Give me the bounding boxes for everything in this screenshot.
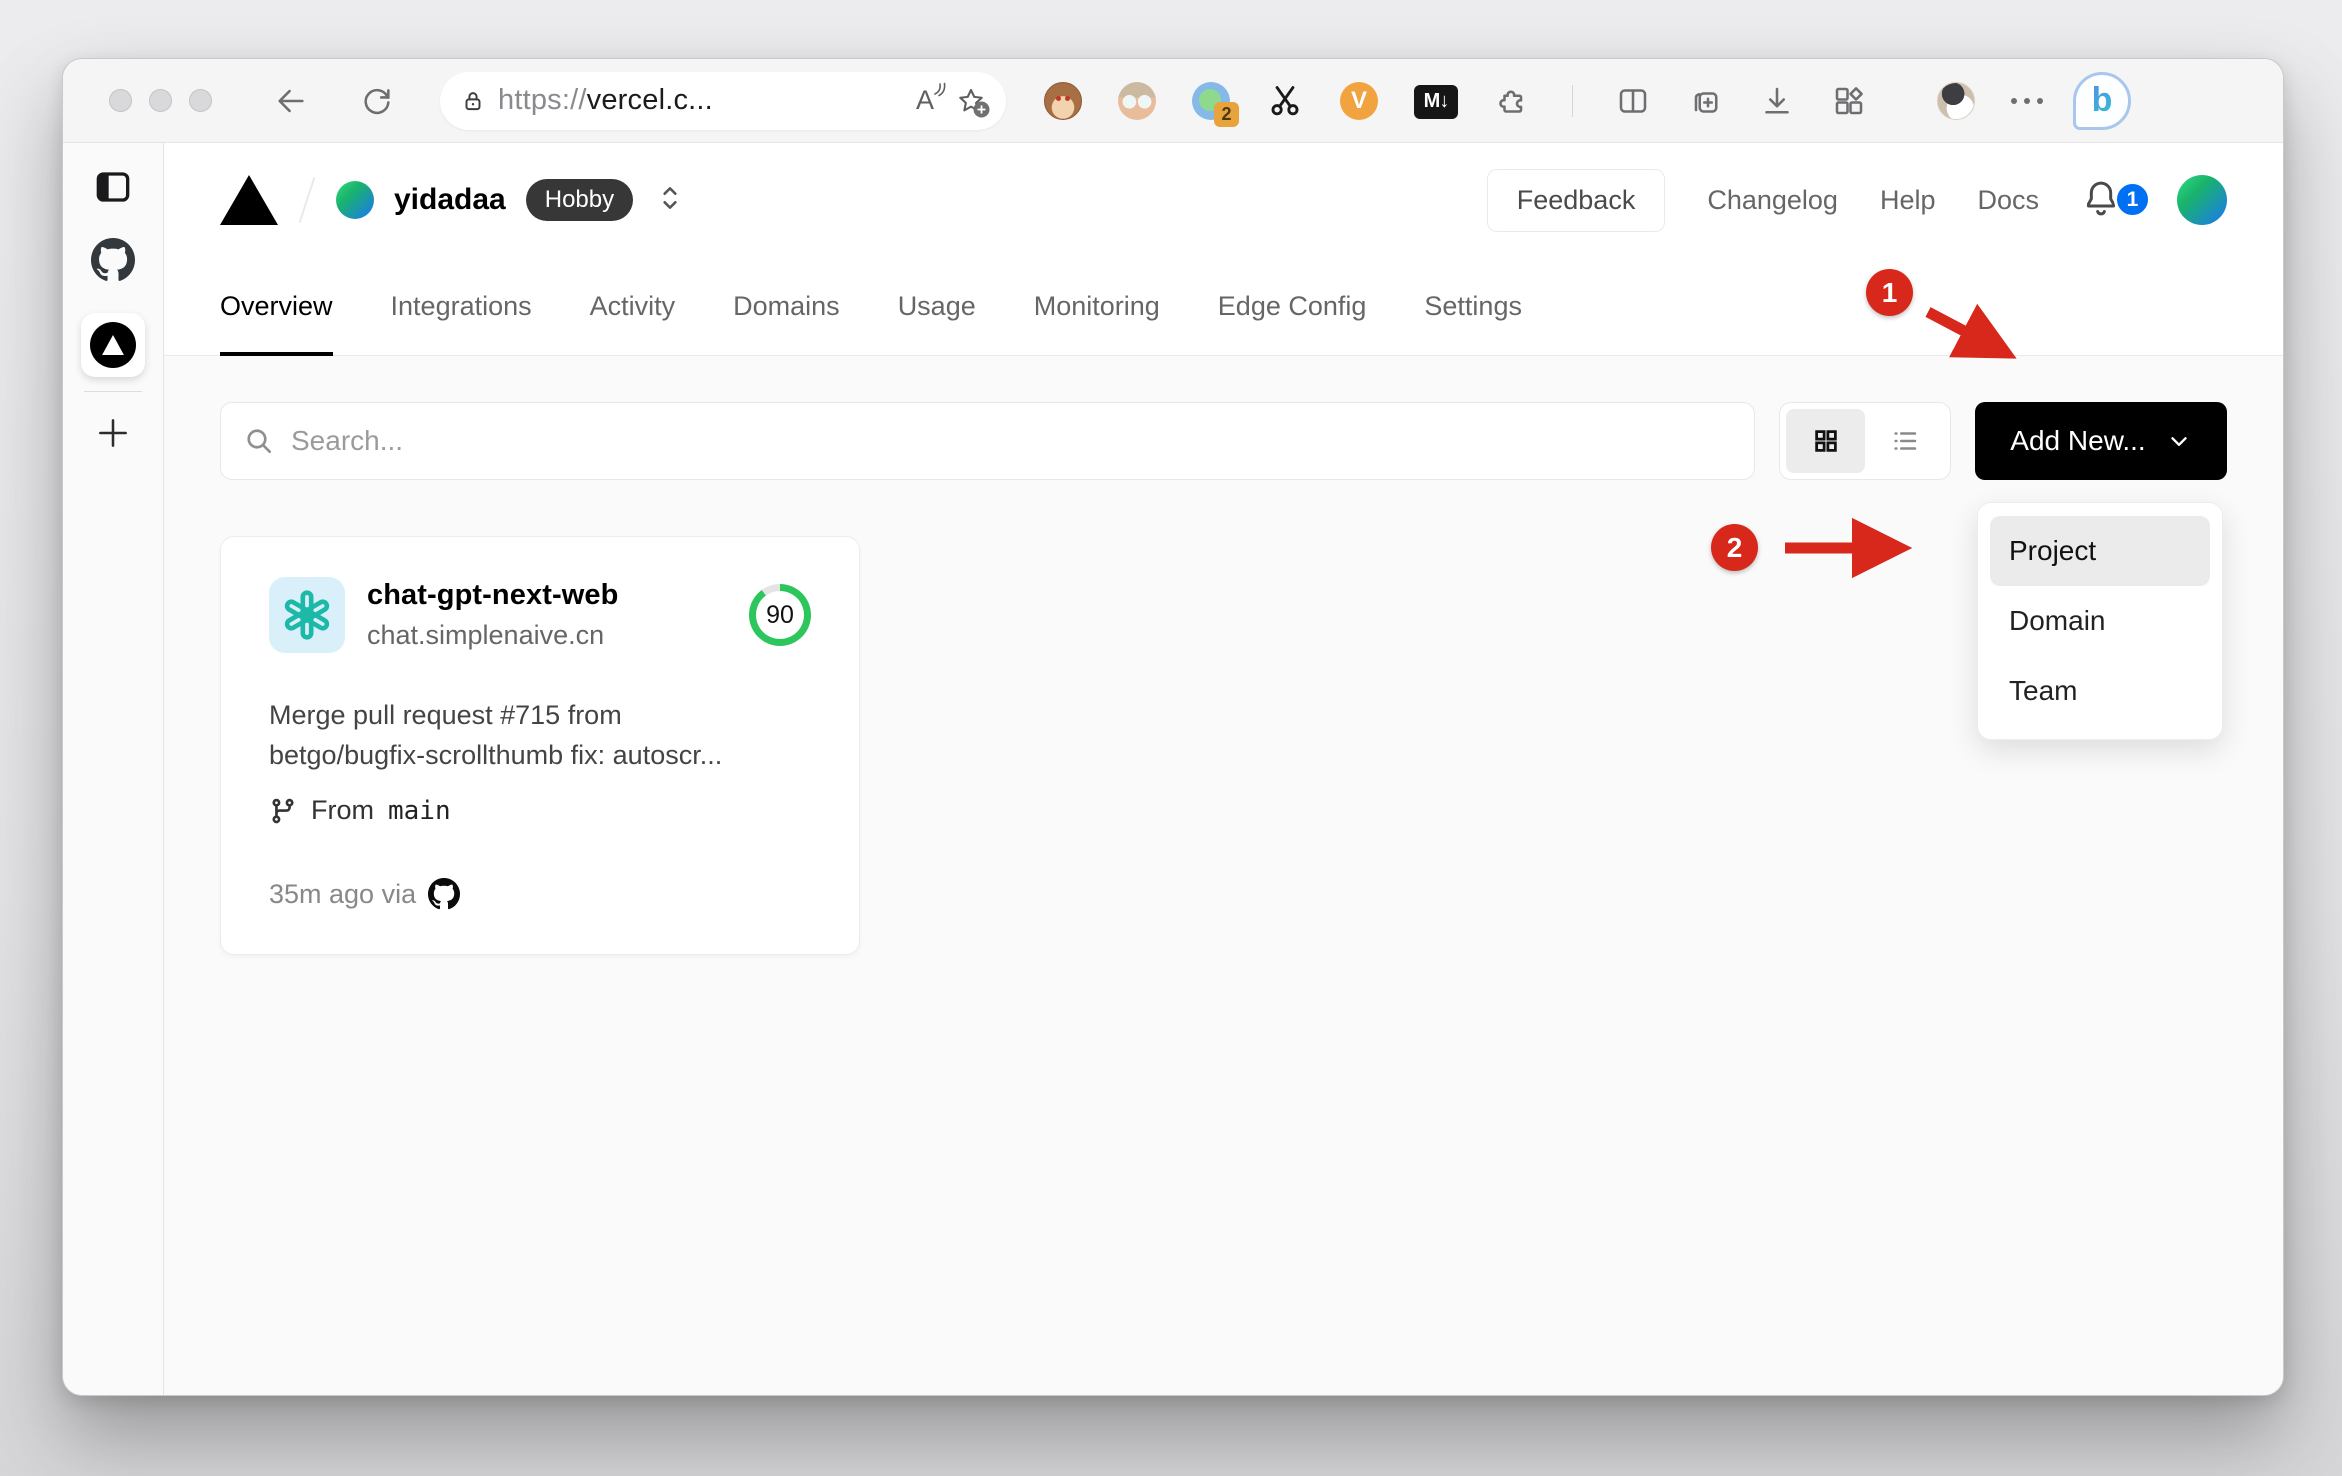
browser-apps-icon[interactable]: [1831, 83, 1867, 119]
person-extension-icon[interactable]: [1118, 81, 1156, 120]
breadcrumb-slash: [298, 176, 316, 224]
project-card[interactable]: chat-gpt-next-web chat.simplenaive.cn 90…: [220, 536, 860, 955]
analytics-score-ring[interactable]: 90: [749, 584, 811, 646]
vertical-tabs-strip: [63, 143, 164, 1395]
add-new-dropdown-menu: Project Domain Team: [1977, 502, 2223, 740]
site-body: Add New...: [164, 356, 2283, 1395]
list-view-icon: [1893, 432, 1916, 450]
tab-integrations[interactable]: Integrations: [391, 257, 532, 356]
github-mark-icon: [428, 878, 461, 910]
feedback-button[interactable]: Feedback: [1486, 168, 1666, 232]
tab-github-icon[interactable]: [91, 238, 135, 287]
view-toggle-group: [1779, 402, 1951, 480]
tab-usage[interactable]: Usage: [898, 257, 976, 356]
proxy-extension-icon[interactable]: 2: [1192, 81, 1239, 127]
tab-edge-config[interactable]: Edge Config: [1218, 257, 1367, 356]
bing-chat-icon[interactable]: b: [2073, 71, 2131, 130]
grid-view-icon: [1814, 430, 1837, 452]
downloads-icon[interactable]: [1759, 83, 1795, 119]
site-tab-bar: Overview Integrations Activity Domains U…: [164, 257, 2283, 356]
window-body: yidadaa Hobby Feedback Changelog Help Do…: [63, 143, 2283, 1395]
help-link[interactable]: Help: [1880, 185, 1936, 216]
tab-settings[interactable]: Settings: [1424, 257, 1522, 356]
git-branch-icon: [272, 798, 294, 823]
changelog-link[interactable]: Changelog: [1707, 185, 1838, 216]
browser-profile-avatar[interactable]: [1937, 81, 1975, 120]
desktop: https://vercel.c... A 2 V M↓ b yidadaa H…: [0, 0, 2342, 1476]
plan-badge: Hobby: [525, 179, 634, 221]
vercel-logo-icon[interactable]: [220, 175, 278, 225]
toolbar-divider: [1572, 84, 1573, 117]
branch-row: From main: [269, 795, 811, 826]
search-input[interactable]: [291, 425, 1732, 457]
add-favorite-icon[interactable]: [956, 86, 990, 117]
vercel-page: yidadaa Hobby Feedback Changelog Help Do…: [164, 143, 2283, 1395]
site-header: yidadaa Hobby Feedback Changelog Help Do…: [164, 143, 2283, 257]
split-screen-icon[interactable]: [1615, 83, 1651, 119]
new-tab-button[interactable]: [94, 414, 132, 457]
analytics-score-value: 90: [756, 591, 804, 639]
notification-count-badge: 1: [2114, 181, 2151, 218]
browser-window: https://vercel.c... A 2 V M↓ b yidadaa H…: [62, 58, 2284, 1396]
branch-prefix: From: [311, 795, 374, 825]
tab-domains[interactable]: Domains: [733, 257, 840, 356]
scissors-extension-icon[interactable]: [1266, 82, 1304, 120]
user-avatar[interactable]: [2177, 175, 2227, 225]
search-icon: [247, 429, 271, 453]
vercel-favicon: [90, 322, 136, 368]
tab-vercel-active[interactable]: [81, 313, 145, 377]
markdown-downloader-extension-icon[interactable]: M↓: [1414, 84, 1458, 119]
close-window-button[interactable]: [109, 89, 132, 112]
dropdown-item-project[interactable]: Project: [1990, 516, 2210, 586]
browser-toolbar: https://vercel.c... A 2 V M↓ b: [63, 59, 2283, 143]
search-box[interactable]: [220, 402, 1755, 480]
url-scheme: https://: [498, 84, 587, 116]
dropdown-item-team[interactable]: Team: [1990, 656, 2210, 726]
annotation-step-2-badge: 2: [1711, 524, 1758, 571]
team-switcher-chevrons-icon[interactable]: [657, 183, 683, 218]
commit-message: Merge pull request #715 from betgo/bugfi…: [269, 700, 723, 770]
dropdown-item-domain[interactable]: Domain: [1990, 586, 2210, 656]
tab-overview[interactable]: Overview: [220, 257, 333, 356]
url-text: https://vercel.c...: [498, 84, 713, 117]
zoom-window-button[interactable]: [189, 89, 212, 112]
more-menu-icon[interactable]: [2011, 97, 2043, 104]
team-avatar[interactable]: [336, 181, 374, 219]
extension-count-badge: 2: [1214, 101, 1239, 127]
tab-monitoring[interactable]: Monitoring: [1034, 257, 1160, 356]
project-name[interactable]: chat-gpt-next-web: [367, 579, 618, 612]
list-view-button[interactable]: [1865, 409, 1944, 473]
team-name[interactable]: yidadaa: [394, 183, 506, 217]
extensions-row: 2 V M↓: [1044, 81, 1975, 127]
window-controls: [109, 89, 212, 112]
deployment-info: 35m ago via: [269, 878, 811, 910]
address-bar[interactable]: https://vercel.c... A: [440, 71, 1006, 130]
branch-name: main: [388, 795, 451, 826]
annotation-step-1-badge: 1: [1866, 269, 1913, 316]
controls-row: Add New...: [220, 402, 2227, 480]
tab-activity[interactable]: Activity: [590, 257, 676, 356]
minimize-window-button[interactable]: [149, 89, 172, 112]
vertical-tabs-divider: [84, 391, 142, 392]
add-new-button[interactable]: Add New...: [1975, 402, 2227, 480]
vertical-tabs-toggle-icon[interactable]: [93, 167, 133, 212]
tampermonkey-extension-icon[interactable]: [1044, 81, 1082, 120]
collections-icon[interactable]: [1687, 83, 1723, 119]
openai-logo-icon: [284, 590, 330, 640]
grid-view-button[interactable]: [1786, 409, 1865, 473]
read-aloud-icon[interactable]: A: [916, 82, 946, 116]
lock-icon: [460, 88, 486, 114]
back-button[interactable]: [274, 84, 308, 118]
project-favicon: [269, 577, 345, 653]
notifications-button[interactable]: 1: [2081, 177, 2151, 223]
project-domain[interactable]: chat.simplenaive.cn: [367, 620, 618, 651]
v-extension-icon[interactable]: V: [1340, 81, 1378, 120]
docs-link[interactable]: Docs: [1977, 185, 2039, 216]
chevron-down-icon: [2171, 437, 2187, 446]
extensions-puzzle-icon[interactable]: [1494, 83, 1530, 119]
refresh-button[interactable]: [360, 84, 394, 118]
url-host: vercel.c...: [586, 84, 713, 116]
